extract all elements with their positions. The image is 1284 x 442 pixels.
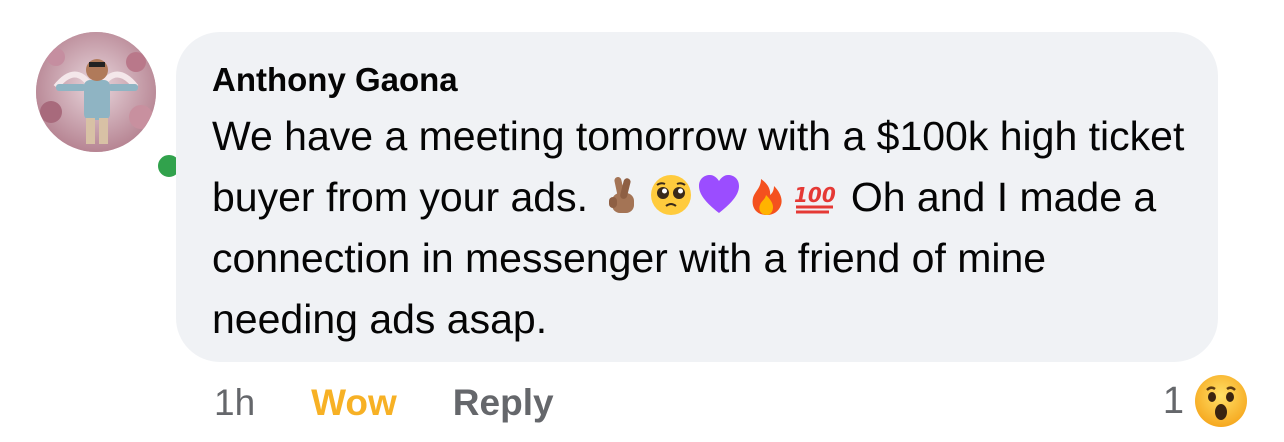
comment-container: Anthony Gaona We have a meeting tomorrow… [0,0,1284,442]
reply-button[interactable]: Reply [453,382,554,424]
reaction-summary[interactable]: 1 [1163,372,1248,430]
comment-text: We have a meeting tomorrow with a $100k … [212,106,1192,350]
purple-heart-icon [699,175,740,213]
profile-photo [36,32,156,152]
crossed-fingers-icon [609,177,635,213]
comment-bubble: Anthony Gaona We have a meeting tomorrow… [176,32,1218,362]
comment-timestamp[interactable]: 1h [214,382,255,424]
pleading-face-icon [651,175,692,215]
comment-author[interactable]: Anthony Gaona [212,60,1182,100]
svg-text:100: 100 [794,183,836,207]
avatar[interactable] [36,32,186,183]
comment-actions: 1h Wow Reply [214,378,554,428]
reaction-button[interactable]: Wow [311,382,397,424]
fire-icon [752,179,783,215]
wow-reaction-icon [1195,375,1247,427]
reaction-count: 1 [1162,379,1184,422]
hundred-points-icon: 100 [794,183,836,214]
